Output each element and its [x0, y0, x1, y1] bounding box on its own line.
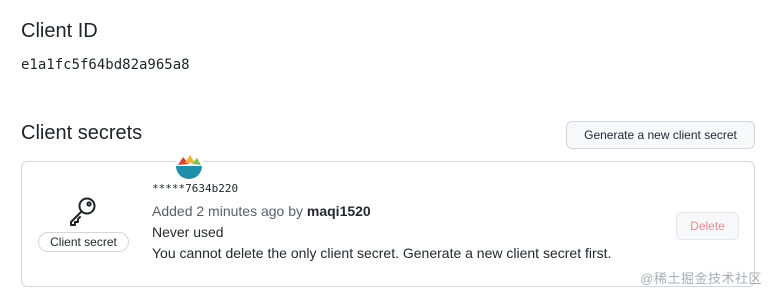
client-secret-key-block: Client secret: [38, 194, 130, 254]
client-secret-warning: You cannot delete the only client secret…: [152, 245, 612, 261]
client-secret-added-line: Added 2 minutes ago by maqi1520: [152, 202, 371, 220]
generate-client-secret-button[interactable]: Generate a new client secret: [566, 121, 755, 149]
client-secret-masked-value: *****7634b220: [152, 182, 239, 195]
avatar: [174, 152, 204, 182]
oauth-app-page: Client ID e1a1fc5f64bd82a965a8 Client se…: [0, 0, 771, 301]
client-id-value: e1a1fc5f64bd82a965a8: [21, 57, 190, 73]
watermark: @稀土掘金技术社区: [640, 271, 762, 286]
client-secret-card: Client secret *****7634b220 Added 2 minu…: [21, 152, 755, 287]
client-secret-added-prefix: Added 2 minutes ago by: [152, 203, 303, 219]
client-secret-usage: Never used: [152, 224, 224, 240]
client-secret-added-by-user[interactable]: maqi1520: [307, 203, 371, 219]
client-secrets-heading: Client secrets: [21, 122, 143, 144]
key-icon: [66, 194, 100, 228]
client-id-heading: Client ID: [21, 20, 98, 42]
delete-client-secret-button[interactable]: Delete: [676, 212, 739, 240]
client-secret-badge: Client secret: [38, 232, 129, 252]
